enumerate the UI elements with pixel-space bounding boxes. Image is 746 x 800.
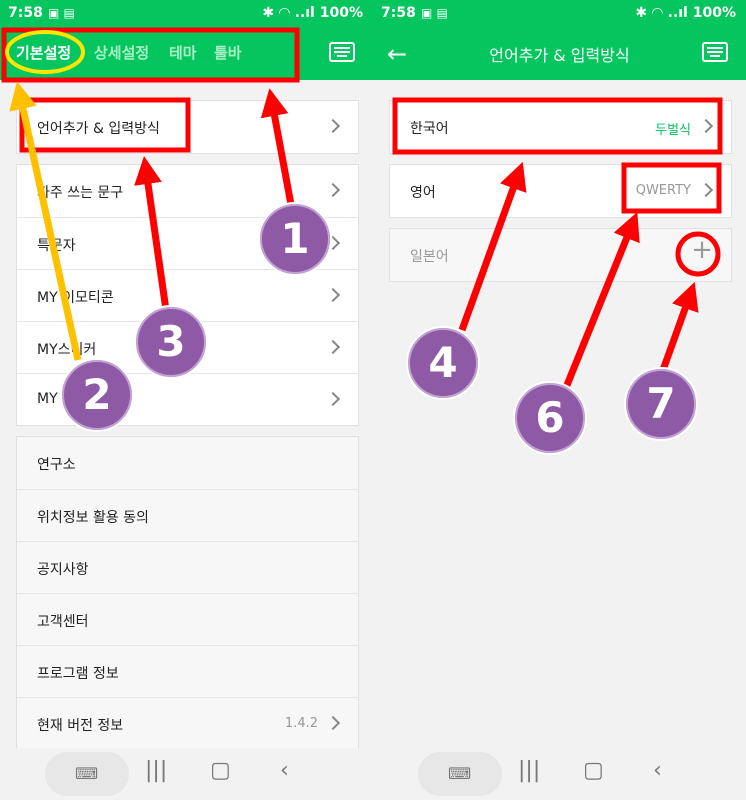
menu-version-info[interactable]: 현재 버전 정보 1.4.2 [17,697,358,750]
notification-icons: ▣ ▤ [421,6,448,20]
recent-apps-icon[interactable]: ||| [518,758,540,783]
lang-japanese[interactable]: 일본어 + [389,228,732,282]
tab-detail-settings[interactable]: 상세설정 [94,42,149,63]
chevron-right-icon [325,391,341,407]
chevron-right-icon [325,287,341,303]
battery-level: ✱ ◠ ..ıl 100% [262,5,363,21]
menu-notice[interactable]: 공지사항 [17,541,358,594]
home-icon[interactable]: ▢ [583,758,604,783]
tab-toolbar[interactable]: 툴바 [214,42,242,63]
chevron-right-icon [325,118,341,134]
page-title: 언어추가 & 입력방식 [489,46,630,65]
language-input-card: 언어추가 & 입력방식 [16,100,359,154]
menu-customer-center[interactable]: 고객센터 [17,593,358,646]
annotation-number-1: 1 [258,202,332,276]
annotation-number-7: 7 [624,367,698,441]
app-bar: ← 언어추가 & 입력방식 [373,28,746,80]
chevron-right-icon [698,182,714,198]
chevron-right-icon [325,715,341,731]
battery-level: ✱ ◠ ..ıl 100% [635,5,736,21]
menu-program-info[interactable]: 프로그램 정보 [17,645,358,698]
lang-korean[interactable]: 한국어 두벌식 [389,100,732,154]
chevron-right-icon [325,182,341,198]
annotation-number-4: 4 [406,326,480,400]
home-icon[interactable]: ▢ [210,758,231,783]
keyboard-icon[interactable] [702,42,728,62]
input-method-value: 두벌식 [655,123,691,138]
left-screen: 7:58 ▣ ▤ ✱ ◠ ..ıl 100% 기본설정 상세설정 테마 툴바 언… [0,0,373,800]
back-nav-icon[interactable]: ‹ [653,758,662,783]
annotation-number-6: 6 [513,381,587,455]
status-time: 7:58 [381,5,416,21]
keyboard-icon[interactable] [329,42,355,62]
add-icon[interactable]: + [689,237,715,263]
nav-bar: ⌨ ||| ▢ ‹ [373,748,746,800]
input-method-value: QWERTY [635,183,691,198]
menu-location-consent[interactable]: 위치정보 활용 동의 [17,489,358,542]
recent-apps-icon[interactable]: ||| [145,758,167,783]
tab-basic-settings[interactable]: 기본설정 [16,42,71,63]
version-value: 1.4.2 [284,716,318,731]
keyboard-hide-icon[interactable]: ⌨ [75,764,98,783]
menu-lab[interactable]: 연구소 [17,437,358,489]
keyboard-hide-icon[interactable]: ⌨ [448,764,471,783]
tab-theme[interactable]: 테마 [169,42,197,63]
info-card: 연구소 위치정보 활용 동의 공지사항 고객센터 프로그램 정보 현재 버전 정… [16,436,359,750]
lang-english[interactable]: 영어 QWERTY [389,164,732,218]
back-nav-icon[interactable]: ‹ [280,758,289,783]
app-bar: 기본설정 상세설정 테마 툴바 [0,28,373,80]
status-bar: 7:58 ▣ ▤ ✱ ◠ ..ıl 100% [0,0,373,28]
annotation-number-2: 2 [60,358,134,432]
chevron-right-icon [698,118,714,134]
notification-icons: ▣ ▤ [48,6,75,20]
nav-bar: ⌨ ||| ▢ ‹ [0,748,373,800]
chevron-right-icon [325,339,341,355]
annotation-number-3: 3 [134,305,208,379]
status-time: 7:58 [8,5,43,21]
menu-language-input[interactable]: 언어추가 & 입력방식 [17,101,358,153]
status-bar: 7:58 ▣ ▤ ✱ ◠ ..ıl 100% [373,0,746,28]
